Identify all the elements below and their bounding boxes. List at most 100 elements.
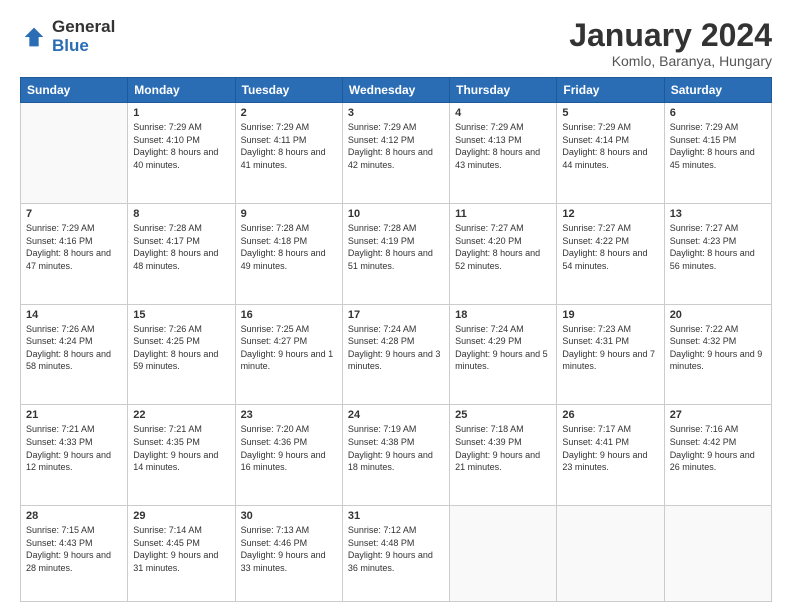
day-info: Sunrise: 7:23 AMSunset: 4:31 PMDaylight:… — [562, 323, 658, 373]
day-info: Sunrise: 7:29 AMSunset: 4:12 PMDaylight:… — [348, 121, 444, 171]
logo-icon — [20, 23, 48, 51]
calendar-cell: 28Sunrise: 7:15 AMSunset: 4:43 PMDayligh… — [21, 506, 128, 602]
month-year-title: January 2024 — [569, 18, 772, 53]
day-info: Sunrise: 7:22 AMSunset: 4:32 PMDaylight:… — [670, 323, 766, 373]
day-number: 18 — [455, 309, 551, 321]
calendar-cell: 12 Sunrise: 7:27 AMSunset: 4:22 PMDayligh… — [557, 203, 664, 304]
day-number: 21 — [26, 409, 122, 421]
logo: General Blue — [20, 18, 115, 55]
calendar-cell: 2 Sunrise: 7:29 AMSunset: 4:11 PMDaylight… — [235, 103, 342, 204]
calendar-cell: 6 Sunrise: 7:29 AMSunset: 4:15 PMDaylight… — [664, 103, 771, 204]
calendar-cell — [450, 506, 557, 602]
day-info: Sunrise: 7:29 AMSunset: 4:13 PMDaylight:… — [455, 121, 551, 171]
day-number: 19 — [562, 309, 658, 321]
calendar-cell — [21, 103, 128, 204]
calendar-cell: 22Sunrise: 7:21 AMSunset: 4:35 PMDayligh… — [128, 405, 235, 506]
day-info: Sunrise: 7:27 AMSunset: 4:20 PMDaylight:… — [455, 222, 551, 272]
day-number: 7 — [26, 208, 122, 220]
week-row-1: 1 Sunrise: 7:29 AMSunset: 4:10 PMDaylight… — [21, 103, 772, 204]
day-info: Sunrise: 7:28 AMSunset: 4:18 PMDaylight:… — [241, 222, 337, 272]
calendar-cell: 30Sunrise: 7:13 AMSunset: 4:46 PMDayligh… — [235, 506, 342, 602]
page: General Blue January 2024 Komlo, Baranya… — [0, 0, 792, 612]
calendar-cell: 17 Sunrise: 7:24 AMSunset: 4:28 PMDayligh… — [342, 304, 449, 405]
header: General Blue January 2024 Komlo, Baranya… — [20, 18, 772, 69]
day-info: Sunrise: 7:28 AMSunset: 4:17 PMDaylight:… — [133, 222, 229, 272]
week-row-3: 14 Sunrise: 7:26 AMSunset: 4:24 PMDayligh… — [21, 304, 772, 405]
calendar-cell: 7Sunrise: 7:29 AMSunset: 4:16 PMDaylight… — [21, 203, 128, 304]
calendar-cell: 5 Sunrise: 7:29 AMSunset: 4:14 PMDaylight… — [557, 103, 664, 204]
day-number: 17 — [348, 309, 444, 321]
col-tuesday: Tuesday — [235, 78, 342, 103]
day-number: 26 — [562, 409, 658, 421]
calendar-cell: 13Sunrise: 7:27 AMSunset: 4:23 PMDayligh… — [664, 203, 771, 304]
day-info: Sunrise: 7:12 AMSunset: 4:48 PMDaylight:… — [348, 524, 444, 574]
day-info: Sunrise: 7:21 AMSunset: 4:33 PMDaylight:… — [26, 423, 122, 473]
day-info: Sunrise: 7:27 AMSunset: 4:22 PMDaylight:… — [562, 222, 658, 272]
day-number: 28 — [26, 510, 122, 522]
calendar-cell: 3 Sunrise: 7:29 AMSunset: 4:12 PMDaylight… — [342, 103, 449, 204]
day-info: Sunrise: 7:20 AMSunset: 4:36 PMDaylight:… — [241, 423, 337, 473]
calendar-cell: 1 Sunrise: 7:29 AMSunset: 4:10 PMDaylight… — [128, 103, 235, 204]
day-info: Sunrise: 7:29 AMSunset: 4:14 PMDaylight:… — [562, 121, 658, 171]
calendar-cell: 15 Sunrise: 7:26 AMSunset: 4:25 PMDayligh… — [128, 304, 235, 405]
day-number: 24 — [348, 409, 444, 421]
calendar-cell: 27Sunrise: 7:16 AMSunset: 4:42 PMDayligh… — [664, 405, 771, 506]
calendar-cell: 14 Sunrise: 7:26 AMSunset: 4:24 PMDayligh… — [21, 304, 128, 405]
day-info: Sunrise: 7:26 AMSunset: 4:24 PMDaylight:… — [26, 323, 122, 373]
col-thursday: Thursday — [450, 78, 557, 103]
day-number: 25 — [455, 409, 551, 421]
calendar-cell: 25 Sunrise: 7:18 AMSunset: 4:39 PMDayligh… — [450, 405, 557, 506]
day-number: 14 — [26, 309, 122, 321]
logo-blue-text: Blue — [52, 37, 115, 56]
day-number: 16 — [241, 309, 337, 321]
day-number: 2 — [241, 107, 337, 119]
calendar-cell: 31 Sunrise: 7:12 AMSunset: 4:48 PMDayligh… — [342, 506, 449, 602]
day-number: 5 — [562, 107, 658, 119]
col-monday: Monday — [128, 78, 235, 103]
calendar-cell — [557, 506, 664, 602]
day-number: 29 — [133, 510, 229, 522]
day-number: 6 — [670, 107, 766, 119]
day-info: Sunrise: 7:29 AMSunset: 4:15 PMDaylight:… — [670, 121, 766, 171]
day-number: 31 — [348, 510, 444, 522]
day-number: 15 — [133, 309, 229, 321]
calendar-cell: 8 Sunrise: 7:28 AMSunset: 4:17 PMDaylight… — [128, 203, 235, 304]
day-number: 13 — [670, 208, 766, 220]
calendar-cell: 26Sunrise: 7:17 AMSunset: 4:41 PMDayligh… — [557, 405, 664, 506]
calendar-cell: 29 Sunrise: 7:14 AMSunset: 4:45 PMDayligh… — [128, 506, 235, 602]
calendar-cell: 23Sunrise: 7:20 AMSunset: 4:36 PMDayligh… — [235, 405, 342, 506]
day-number: 9 — [241, 208, 337, 220]
day-info: Sunrise: 7:18 AMSunset: 4:39 PMDaylight:… — [455, 423, 551, 473]
logo-text: General Blue — [52, 18, 115, 55]
location-subtitle: Komlo, Baranya, Hungary — [569, 53, 772, 69]
calendar-cell: 9 Sunrise: 7:28 AMSunset: 4:18 PMDaylight… — [235, 203, 342, 304]
day-number: 10 — [348, 208, 444, 220]
day-info: Sunrise: 7:26 AMSunset: 4:25 PMDaylight:… — [133, 323, 229, 373]
day-info: Sunrise: 7:28 AMSunset: 4:19 PMDaylight:… — [348, 222, 444, 272]
day-number: 3 — [348, 107, 444, 119]
day-info: Sunrise: 7:24 AMSunset: 4:28 PMDaylight:… — [348, 323, 444, 373]
calendar-cell: 16Sunrise: 7:25 AMSunset: 4:27 PMDayligh… — [235, 304, 342, 405]
calendar-cell: 11Sunrise: 7:27 AMSunset: 4:20 PMDayligh… — [450, 203, 557, 304]
day-number: 20 — [670, 309, 766, 321]
day-number: 1 — [133, 107, 229, 119]
day-number: 12 — [562, 208, 658, 220]
day-number: 4 — [455, 107, 551, 119]
calendar-cell: 4 Sunrise: 7:29 AMSunset: 4:13 PMDaylight… — [450, 103, 557, 204]
day-info: Sunrise: 7:14 AMSunset: 4:45 PMDaylight:… — [133, 524, 229, 574]
calendar-cell: 19 Sunrise: 7:23 AMSunset: 4:31 PMDayligh… — [557, 304, 664, 405]
calendar-table: Sunday Monday Tuesday Wednesday Thursday… — [20, 77, 772, 602]
calendar-cell: 24Sunrise: 7:19 AMSunset: 4:38 PMDayligh… — [342, 405, 449, 506]
calendar-cell: 21 Sunrise: 7:21 AMSunset: 4:33 PMDayligh… — [21, 405, 128, 506]
header-row: Sunday Monday Tuesday Wednesday Thursday… — [21, 78, 772, 103]
day-number: 30 — [241, 510, 337, 522]
day-info: Sunrise: 7:29 AMSunset: 4:11 PMDaylight:… — [241, 121, 337, 171]
day-info: Sunrise: 7:29 AMSunset: 4:10 PMDaylight:… — [133, 121, 229, 171]
day-number: 8 — [133, 208, 229, 220]
title-block: January 2024 Komlo, Baranya, Hungary — [569, 18, 772, 69]
logo-general-text: General — [52, 18, 115, 37]
calendar-cell: 20 Sunrise: 7:22 AMSunset: 4:32 PMDayligh… — [664, 304, 771, 405]
day-info: Sunrise: 7:24 AMSunset: 4:29 PMDaylight:… — [455, 323, 551, 373]
calendar-cell: 10 Sunrise: 7:28 AMSunset: 4:19 PMDayligh… — [342, 203, 449, 304]
calendar-cell: 18 Sunrise: 7:24 AMSunset: 4:29 PMDayligh… — [450, 304, 557, 405]
